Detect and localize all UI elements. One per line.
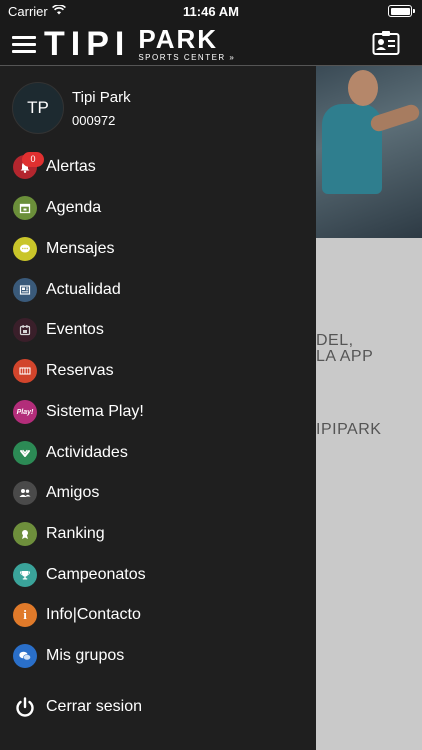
hero-image [316, 66, 422, 238]
battery-icon [388, 5, 415, 17]
menu-item-agenda[interactable]: Agenda [0, 188, 316, 228]
menu-label-alertas: Alertas [46, 158, 96, 175]
chat-icon [13, 237, 37, 261]
menu-label-eventos: Eventos [46, 321, 104, 338]
menu-item-campeonatos[interactable]: Campeonatos [0, 555, 316, 595]
logo-park: PARK [138, 24, 219, 54]
menu-item-amigos[interactable]: Amigos [0, 473, 316, 513]
app-header: TIPI PARK SPORTS CENTER » [0, 22, 422, 66]
friends-icon [13, 481, 37, 505]
profile-id: 000972 [72, 113, 116, 128]
menu-label-sistema-play: Sistema Play! [46, 403, 144, 420]
court-icon [13, 359, 37, 383]
bg-text-3: IPIPARK [316, 421, 382, 438]
activity-icon [13, 441, 37, 465]
menu-item-eventos[interactable]: Eventos [0, 310, 316, 350]
menu-label-actividades: Actividades [46, 444, 128, 461]
profile-name: Tipi Park [72, 89, 131, 106]
menu-label-amigos: Amigos [46, 484, 100, 501]
status-bar: Carrier 11:46 AM [0, 0, 422, 22]
menu-label-ranking: Ranking [46, 525, 105, 542]
menu-item-actividades[interactable]: Actividades [0, 433, 316, 473]
clock: 11:46 AM [183, 4, 239, 19]
menu-label-mensajes: Mensajes [46, 240, 115, 257]
groups-icon [13, 644, 37, 668]
menu-item-ranking[interactable]: Ranking [0, 514, 316, 554]
menu-label-mis-grupos: Mis grupos [46, 647, 125, 664]
logo-tipi: TIPI [44, 25, 131, 63]
menu-item-mis-grupos[interactable]: Mis grupos [0, 636, 316, 676]
menu-item-cerrar-sesion[interactable]: Cerrar sesion [0, 687, 316, 727]
play-icon: Play! [13, 400, 37, 424]
menu-label-agenda: Agenda [46, 199, 102, 216]
menu-label-actualidad: Actualidad [46, 281, 121, 298]
id-card-icon[interactable] [372, 30, 400, 56]
menu-label-info-contacto: Info|Contacto [46, 606, 141, 623]
info-icon: i [13, 603, 37, 627]
bg-text-2: LA APP [316, 348, 374, 365]
menu-label-reservas: Reservas [46, 362, 114, 379]
menu-item-alertas[interactable]: 0 Alertas [0, 147, 316, 187]
menu-item-mensajes[interactable]: Mensajes [0, 229, 316, 269]
menu-item-actualidad[interactable]: Actualidad [0, 270, 316, 310]
side-drawer: TP Tipi Park 000972 0 Alertas Agenda Men… [0, 66, 316, 750]
menu-item-reservas[interactable]: Reservas [0, 351, 316, 391]
trophy-icon [13, 563, 37, 587]
news-icon [13, 278, 37, 302]
logo-subtitle: SPORTS CENTER » [138, 53, 236, 62]
background-panel: DEL, LA APP IPIPARK [316, 238, 422, 750]
power-icon [13, 695, 37, 719]
menu-label-campeonatos: Campeonatos [46, 566, 146, 583]
calendar-icon [13, 196, 37, 220]
menu-item-sistema-play[interactable]: Play! Sistema Play! [0, 392, 316, 432]
menu-label-cerrar-sesion: Cerrar sesion [46, 698, 143, 715]
alert-count-badge: 0 [22, 152, 44, 167]
avatar: TP [12, 82, 64, 134]
menu-item-info-contacto[interactable]: i Info|Contacto [0, 595, 316, 635]
tipi-park-logo: TIPI PARK SPORTS CENTER » [44, 24, 235, 64]
profile-header[interactable]: TP Tipi Park 000972 [0, 66, 316, 146]
hamburger-menu-icon[interactable] [12, 36, 36, 54]
medal-icon [13, 522, 37, 546]
event-icon [13, 318, 37, 342]
